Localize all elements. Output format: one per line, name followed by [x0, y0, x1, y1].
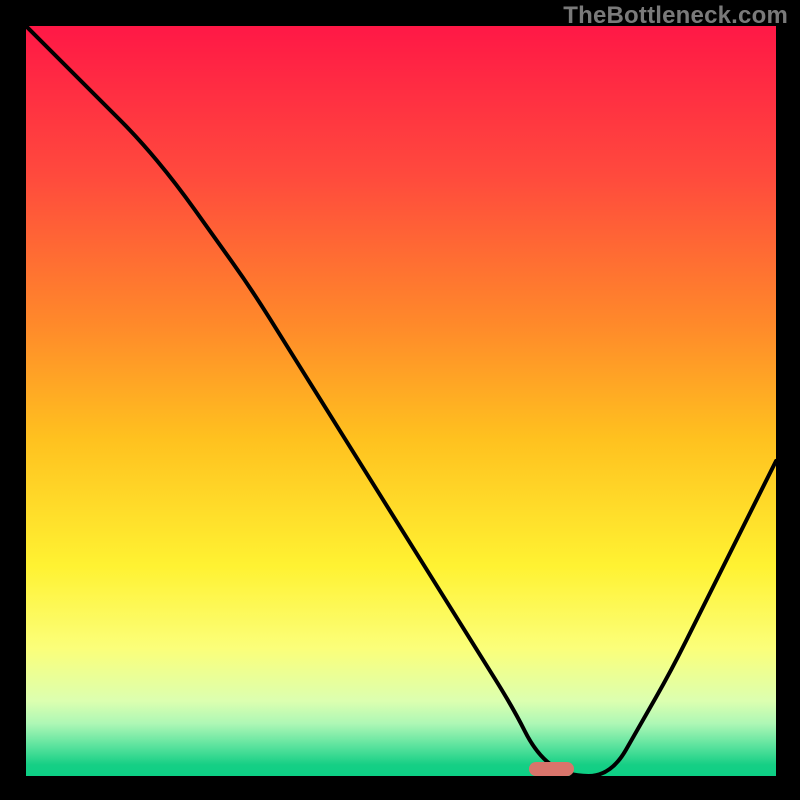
- curve-path: [26, 26, 776, 776]
- chart-frame: TheBottleneck.com: [0, 0, 800, 800]
- bottleneck-curve: [26, 26, 776, 776]
- plot-area: [26, 26, 776, 776]
- optimal-marker: [529, 762, 574, 776]
- watermark-text: TheBottleneck.com: [563, 2, 788, 30]
